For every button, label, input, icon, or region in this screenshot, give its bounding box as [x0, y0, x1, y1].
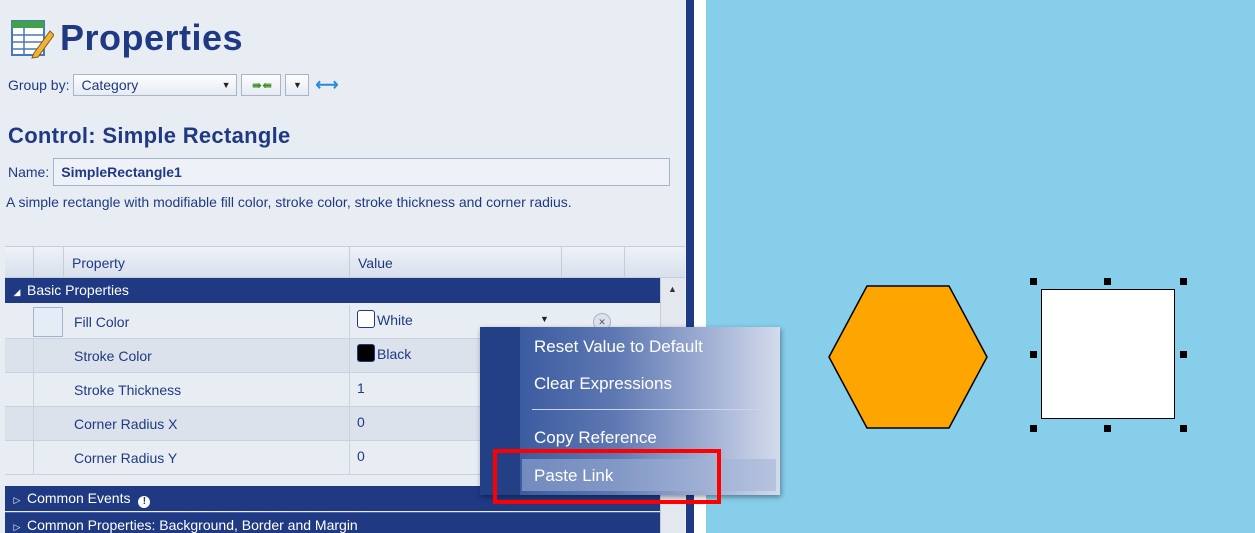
simple-rectangle-shape[interactable] — [1041, 289, 1175, 419]
property-name: Corner Radius Y — [74, 450, 178, 466]
column-separator — [349, 339, 350, 373]
header-gutter — [33, 247, 64, 277]
category-label: Common Properties: Background, Border an… — [27, 517, 358, 533]
resize-handle[interactable] — [1104, 278, 1111, 285]
menu-item-clear-expressions[interactable]: Clear Expressions — [534, 374, 672, 394]
property-value[interactable]: 0 — [357, 407, 365, 437]
name-field[interactable]: SimpleRectangle1 — [53, 158, 671, 186]
header-value: Value — [349, 247, 570, 277]
property-value[interactable]: White — [357, 305, 413, 335]
column-separator — [349, 407, 350, 441]
name-label: Name: — [8, 164, 50, 180]
property-name: Stroke Color — [74, 348, 152, 364]
menu-item-copy-reference[interactable]: Copy Reference — [534, 428, 657, 448]
property-name: Corner Radius X — [74, 416, 178, 432]
column-separator — [349, 373, 350, 407]
panel-title-text: Properties — [60, 17, 244, 58]
expand-triangle-icon: ▷ — [13, 495, 21, 505]
name-row: Name: SimpleRectangle1 — [8, 157, 671, 187]
category-label: Basic Properties — [27, 282, 129, 298]
column-separator — [349, 441, 350, 475]
resize-arrows-icon[interactable]: ⟷ — [315, 75, 338, 95]
highlight-box — [493, 449, 721, 504]
row-gutter — [33, 407, 34, 441]
group-by-dropdown[interactable]: Category ▼ — [73, 74, 238, 96]
category-common-properties[interactable]: ▷ Common Properties: Background, Border a… — [5, 512, 660, 533]
color-swatch — [357, 344, 375, 362]
chevron-down-icon: ▼ — [293, 80, 302, 90]
menu-item-reset-value[interactable]: Reset Value to Default — [534, 337, 703, 357]
design-canvas[interactable] — [706, 0, 1255, 533]
property-value-text: Black — [377, 346, 412, 362]
chevron-down-icon[interactable]: ▼ — [540, 314, 549, 324]
expand-all-icon: ⇛ ⇚ — [252, 79, 271, 92]
resize-handle[interactable] — [1104, 425, 1111, 432]
properties-icon — [11, 20, 54, 59]
resize-handle[interactable] — [1180, 425, 1187, 432]
chevron-down-icon: ▼ — [221, 80, 231, 90]
expand-triangle-icon: ▷ — [13, 522, 21, 532]
panel-title: Properties — [10, 14, 243, 62]
grid-header: Property Value — [5, 246, 685, 278]
property-name: Stroke Thickness — [74, 382, 182, 398]
resize-handle[interactable] — [1030, 425, 1037, 432]
info-icon: ! — [138, 496, 151, 508]
control-title: Control: Simple Rectangle — [8, 123, 291, 148]
row-gutter — [33, 373, 34, 407]
property-name: Fill Color — [74, 314, 130, 330]
resize-handle[interactable] — [1030, 278, 1037, 285]
group-by-value: Category — [81, 77, 139, 93]
color-swatch — [357, 310, 375, 328]
group-by-toolbar: Group by: Category ▼ ⇛ ⇚ ▼ ⟷ — [8, 72, 338, 98]
header-extra — [561, 247, 625, 277]
property-value-text: White — [377, 312, 413, 328]
scroll-up-arrow-icon[interactable]: ▲ — [668, 284, 677, 294]
category-basic-properties[interactable]: ◢ Basic Properties — [5, 278, 660, 303]
header-property: Property — [63, 247, 358, 277]
property-value[interactable]: 0 — [357, 441, 365, 471]
category-label: Common Events — [27, 490, 131, 506]
group-by-label: Group by: — [8, 77, 70, 93]
property-value[interactable]: 1 — [357, 373, 365, 403]
row-gutter — [33, 339, 34, 373]
header-extra — [624, 247, 686, 277]
menu-separator — [532, 409, 772, 410]
row-gutter — [33, 441, 34, 475]
resize-handle[interactable] — [1030, 351, 1037, 358]
control-description: A simple rectangle with modifiable fill … — [6, 194, 572, 210]
collapse-triangle-icon: ◢ — [13, 287, 21, 297]
resize-handle[interactable] — [1180, 351, 1187, 358]
column-separator — [349, 305, 350, 339]
more-options-button[interactable]: ▼ — [285, 74, 310, 96]
property-value[interactable]: Black — [357, 339, 411, 369]
resize-handle[interactable] — [1180, 278, 1187, 285]
hexagon-shape[interactable] — [828, 285, 988, 429]
row-selector[interactable] — [33, 307, 63, 337]
expand-all-button[interactable]: ⇛ ⇚ — [241, 74, 282, 96]
